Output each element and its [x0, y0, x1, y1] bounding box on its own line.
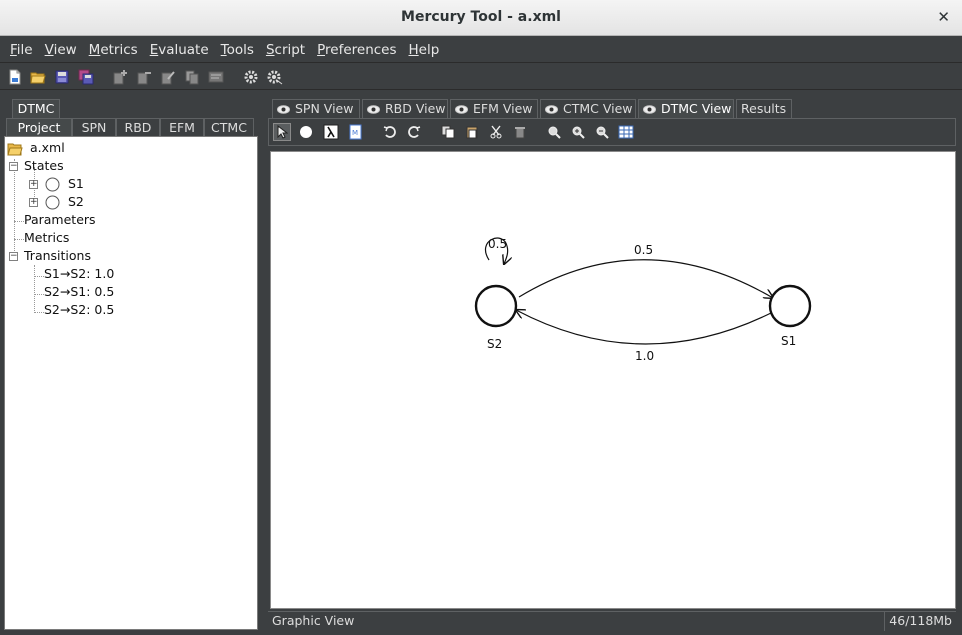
open-folder-icon: [7, 143, 23, 155]
tree-state-s1[interactable]: S1: [45, 175, 84, 193]
dtmc-graph: S2 S1 0.5 0.5 1.0: [474, 237, 812, 363]
copy-icon[interactable]: [439, 123, 457, 141]
window-title: Mercury Tool - a.xml: [401, 9, 561, 25]
redo-icon[interactable]: [405, 123, 423, 141]
state-node-s1[interactable]: [768, 284, 812, 328]
menu-evaluate[interactable]: Evaluate: [144, 42, 215, 58]
canvas-toolbar: M: [268, 118, 956, 146]
collapse-states-icon[interactable]: −: [9, 162, 18, 171]
tree-parameters[interactable]: Parameters: [24, 211, 96, 229]
transition-s2-to-s1[interactable]: [518, 259, 773, 298]
undo-icon[interactable]: [381, 123, 399, 141]
tree-metrics[interactable]: Metrics: [24, 229, 69, 247]
tab-rbd-view[interactable]: RBD View: [362, 99, 448, 118]
menu-view[interactable]: View: [39, 42, 83, 58]
eye-icon: [643, 105, 656, 114]
eye-icon: [455, 105, 468, 114]
new-file-icon[interactable]: [6, 68, 24, 86]
tree-root[interactable]: a.xml: [7, 139, 65, 157]
tab-dtmc-view[interactable]: DTMC View: [638, 99, 734, 118]
status-view-label: Graphic View: [272, 613, 355, 628]
eye-icon: [367, 105, 380, 114]
transition-s1-to-s2[interactable]: [516, 310, 774, 345]
expand-s2-icon[interactable]: +: [29, 198, 38, 207]
tree-state-s2[interactable]: S2: [45, 193, 84, 211]
state-circle-icon: [45, 177, 60, 192]
tab-dtmc[interactable]: DTMC: [12, 99, 60, 118]
paste-icon[interactable]: [463, 123, 481, 141]
tab-spn[interactable]: SPN: [72, 118, 116, 137]
project-panel: DTMC Project SPN RBD EFM CTMC a.xml − St…: [4, 96, 260, 632]
zoom-in-icon[interactable]: [569, 123, 587, 141]
tree-state-label: S1: [67, 176, 84, 191]
tab-spn-view[interactable]: SPN View: [272, 99, 360, 118]
memory-indicator: 46/118Mb: [884, 612, 956, 631]
tree-transition-item[interactable]: S1→S2: 1.0: [44, 265, 114, 283]
grid-icon[interactable]: [617, 123, 635, 141]
save-icon[interactable]: [53, 68, 71, 86]
tree-state-label: S2: [67, 194, 84, 209]
status-bar: Graphic View 46/118Mb: [268, 611, 956, 631]
state-circle-icon: [45, 195, 60, 210]
model-editor-panel: SPN View RBD View EFM View CTMC View DTM…: [264, 96, 960, 632]
main-toolbar: [0, 64, 962, 90]
zoom-out-icon[interactable]: [593, 123, 611, 141]
menu-file[interactable]: File: [4, 42, 39, 58]
collapse-transitions-icon[interactable]: −: [9, 252, 18, 261]
graph-canvas[interactable]: S2 S1 0.5 0.5 1.0: [270, 151, 956, 609]
tab-efm[interactable]: EFM: [160, 118, 204, 137]
tree-states[interactable]: States: [24, 157, 64, 175]
zoom-icon[interactable]: [545, 123, 563, 141]
state-circle-icon[interactable]: [297, 123, 315, 141]
menu-preferences[interactable]: Preferences: [311, 42, 402, 58]
duplicate-model-icon[interactable]: [183, 68, 201, 86]
state-label-s1: S1: [781, 334, 796, 348]
menu-help[interactable]: Help: [403, 42, 446, 58]
tab-results[interactable]: Results: [736, 99, 792, 118]
menu-script[interactable]: Script: [260, 42, 311, 58]
eye-icon: [545, 105, 558, 114]
transition-label-self-loop: 0.5: [488, 237, 507, 251]
tab-ctmc-view[interactable]: CTMC View: [540, 99, 636, 118]
state-label-s2: S2: [487, 337, 502, 351]
properties-icon[interactable]: [207, 68, 225, 86]
tab-efm-view[interactable]: EFM View: [450, 99, 538, 118]
settings-gear-icon[interactable]: [242, 68, 260, 86]
run-gear-icon[interactable]: [266, 68, 284, 86]
eye-icon: [277, 105, 290, 114]
tree-root-label: a.xml: [29, 140, 65, 155]
select-arrow-icon[interactable]: [273, 123, 291, 141]
svg-text:M: M: [352, 129, 358, 137]
menu-tools[interactable]: Tools: [215, 42, 260, 58]
save-all-icon[interactable]: [77, 68, 95, 86]
tree-transitions[interactable]: Transitions: [24, 247, 91, 265]
state-node-s2[interactable]: [474, 284, 518, 328]
transition-label-s2-s1: 0.5: [634, 243, 653, 257]
edit-model-icon[interactable]: [159, 68, 177, 86]
tab-ctmc[interactable]: CTMC: [204, 118, 254, 137]
delete-icon[interactable]: [511, 123, 529, 141]
model-doc-icon[interactable]: M: [347, 123, 365, 141]
transition-label-s1-s2: 1.0: [635, 349, 654, 363]
tab-rbd[interactable]: RBD: [116, 118, 160, 137]
remove-model-icon[interactable]: [135, 68, 153, 86]
cut-icon[interactable]: [487, 123, 505, 141]
window-title-bar: Mercury Tool - a.xml ✕: [0, 0, 962, 36]
close-icon[interactable]: ✕: [937, 8, 950, 26]
tab-project[interactable]: Project: [6, 118, 72, 137]
menu-bar: File View Metrics Evaluate Tools Script …: [0, 37, 962, 63]
tree-transition-item[interactable]: S2→S2: 0.5: [44, 301, 114, 319]
menu-metrics[interactable]: Metrics: [83, 42, 144, 58]
expand-s1-icon[interactable]: +: [29, 180, 38, 189]
tree-transition-item[interactable]: S2→S1: 0.5: [44, 283, 114, 301]
lambda-icon[interactable]: [322, 123, 340, 141]
project-tree: a.xml − States + S1 + S2 Parameters Metr…: [4, 136, 258, 630]
add-model-icon[interactable]: [111, 68, 129, 86]
open-folder-icon[interactable]: [29, 68, 47, 86]
